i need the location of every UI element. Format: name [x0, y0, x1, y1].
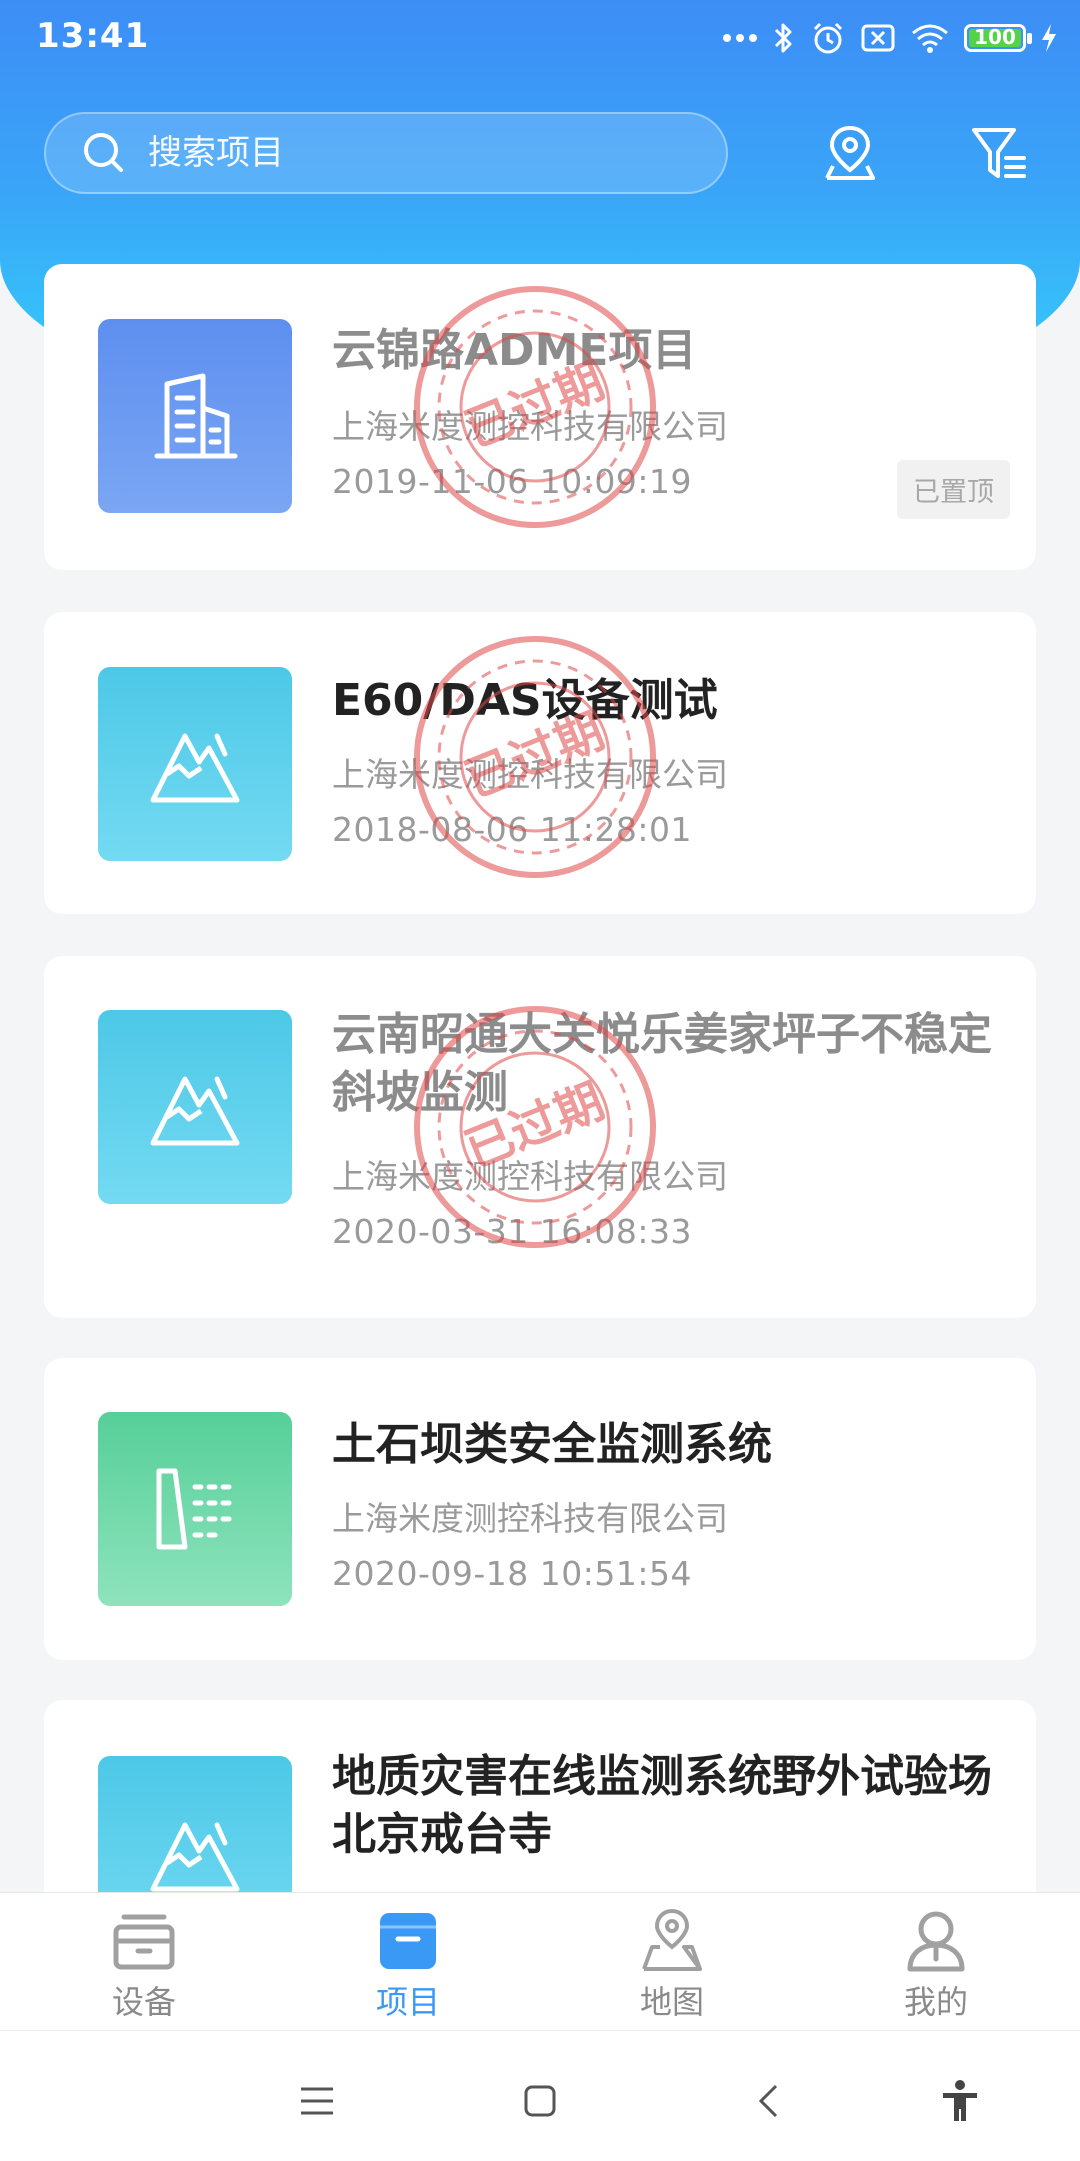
home-button[interactable]	[510, 2071, 570, 2131]
project-card[interactable]: 土石坝类安全监测系统 上海米度测控科技有限公司 2020-09-18 10:51…	[44, 1358, 1036, 1660]
status-icons: 100	[722, 18, 1058, 58]
project-card[interactable]: E60/DAS设备测试 上海米度测控科技有限公司 2018-08-06 11:2…	[44, 612, 1036, 914]
menu-button[interactable]	[287, 2071, 347, 2131]
project-thumbnail	[98, 1412, 292, 1606]
tab-device[interactable]: 设备	[44, 1893, 244, 2031]
project-date: 2019-11-06 10:09:19	[332, 462, 692, 501]
charging-icon	[1040, 18, 1058, 58]
search-input[interactable]	[146, 132, 670, 174]
project-card[interactable]: 云南昭通大关悦乐姜家坪子不稳定斜坡监测 上海米度测控科技有限公司 2020-03…	[44, 956, 1036, 1318]
project-title: 土石坝类安全监测系统	[332, 1419, 772, 1470]
filter-icon	[972, 128, 1026, 178]
project-thumbnail	[98, 1010, 292, 1204]
status-bar: 13:41 100	[0, 0, 1080, 80]
status-time: 13:41	[36, 16, 150, 56]
tab-profile[interactable]: 我的	[836, 1893, 1036, 2031]
sim-off-icon	[860, 18, 896, 58]
accessibility-button[interactable]	[930, 2071, 990, 2131]
project-thumbnail	[98, 319, 292, 513]
more-dots-icon	[722, 18, 758, 58]
project-thumbnail	[98, 667, 292, 861]
tab-label: 地图	[639, 1983, 704, 2021]
mountain-icon	[150, 1076, 240, 1146]
project-date: 2018-08-06 11:28:01	[332, 810, 692, 849]
mountain-icon	[150, 1822, 240, 1892]
wifi-icon	[910, 18, 950, 58]
project-card[interactable]: 云锦路ADME项目 上海米度测控科技有限公司 2019-11-06 10:09:…	[44, 264, 1036, 570]
tab-project[interactable]: 项目	[308, 1893, 508, 2031]
home-square-icon	[524, 2085, 556, 2117]
back-chevron-icon	[758, 2084, 778, 2118]
profile-icon	[907, 1911, 965, 1972]
filter-button[interactable]	[964, 118, 1034, 188]
tab-label: 设备	[111, 1983, 176, 2021]
location-button[interactable]	[815, 118, 885, 188]
tab-map[interactable]: 地图	[572, 1893, 772, 2031]
dam-icon	[156, 1468, 232, 1550]
project-title: 云南昭通大关悦乐姜家坪子不稳定斜坡监测	[332, 1009, 992, 1118]
building-icon	[154, 373, 238, 459]
mountain-icon	[150, 733, 240, 803]
menu-icon	[301, 2087, 333, 2115]
tab-label: 我的	[903, 1983, 968, 2021]
project-title: 云锦路ADME项目	[332, 325, 697, 376]
project-date: 2020-09-18 10:51:54	[332, 1554, 692, 1593]
location-pin-icon	[825, 125, 875, 180]
search-bar[interactable]	[44, 112, 728, 194]
project-company: 上海米度测控科技有限公司	[332, 755, 728, 794]
device-icon	[113, 1914, 175, 1970]
alarm-icon	[810, 18, 846, 58]
project-company: 上海米度测控科技有限公司	[332, 1499, 728, 1538]
back-button[interactable]	[738, 2071, 798, 2131]
tab-label: 项目	[375, 1983, 440, 2021]
search-icon	[84, 133, 123, 172]
project-company: 上海米度测控科技有限公司	[332, 1157, 728, 1196]
system-nav-bar	[0, 2030, 1080, 2161]
bottom-tab-bar: 设备 项目 地图 我的	[0, 1892, 1080, 2031]
bluetooth-icon	[772, 18, 796, 58]
project-icon	[380, 1913, 436, 1969]
project-title: 地质灾害在线监测系统野外试验场北京戒台寺	[332, 1751, 992, 1860]
pinned-badge: 已置顶	[897, 460, 1010, 519]
accessibility-icon	[943, 2080, 977, 2121]
project-date: 2020-03-31 16:08:33	[332, 1212, 692, 1251]
project-title: E60/DAS设备测试	[332, 675, 718, 726]
battery-indicator: 100	[964, 18, 1032, 58]
map-icon	[642, 1908, 702, 1971]
project-company: 上海米度测控科技有限公司	[332, 407, 728, 446]
